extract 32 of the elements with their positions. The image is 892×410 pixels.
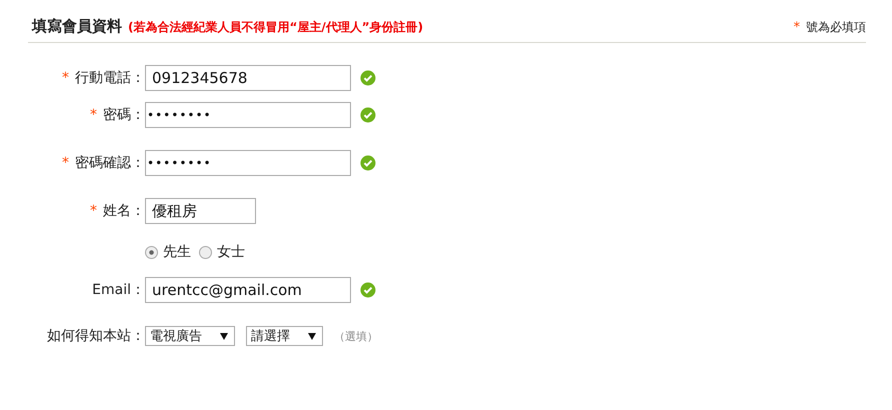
required-legend: 號為必填項 (806, 20, 866, 34)
dropdown[interactable]: 電視廣告 (145, 326, 235, 346)
check-icon (360, 107, 376, 123)
check-icon (360, 70, 376, 86)
section-title: 填寫會員資料 (32, 17, 122, 35)
field-label: 姓名： (103, 202, 145, 220)
radio-button[interactable] (199, 246, 212, 258)
input-field[interactable]: •••••••• (145, 102, 351, 128)
input-field[interactable]: urentcc@gmail.com (145, 277, 351, 303)
optional-note: （選填） (334, 328, 378, 344)
required-asterisk: * (794, 20, 800, 35)
required-asterisk: * (90, 203, 97, 219)
radio-option[interactable]: 先生 (145, 243, 191, 261)
input-field[interactable]: 0912345678 (145, 65, 351, 91)
input-field[interactable]: •••••••• (145, 150, 351, 176)
field-label: 行動電話： (75, 69, 145, 87)
field-label: 密碼確認： (75, 154, 145, 172)
field-label: 密碼： (103, 106, 145, 124)
radio-button[interactable] (145, 246, 158, 258)
dropdown[interactable]: 請選擇 (246, 326, 323, 346)
required-asterisk: * (90, 107, 97, 123)
input-field[interactable]: 優租房 (145, 198, 256, 224)
check-icon (360, 155, 376, 171)
warning-note: (若為合法經紀業人員不得冒用“屋主/代理人”身份註冊) (128, 20, 424, 34)
field-label: Email： (92, 281, 145, 299)
caret-icon (308, 332, 316, 340)
required-asterisk: * (62, 155, 69, 171)
field-label: 如何得知本站： (47, 327, 145, 345)
required-asterisk: * (62, 70, 69, 86)
check-icon (360, 282, 376, 298)
radio-option[interactable]: 女士 (199, 243, 245, 261)
caret-icon (220, 332, 228, 340)
